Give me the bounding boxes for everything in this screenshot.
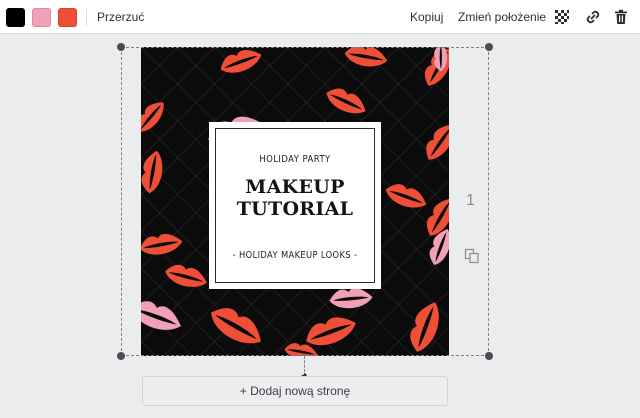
add-page-button[interactable]: + Dodaj nową stronę [142, 376, 448, 406]
resize-handle-bottom-left[interactable] [117, 352, 125, 360]
resize-handle-top-left[interactable] [117, 43, 125, 51]
card-subtitle: HOLIDAY PARTY [259, 154, 331, 165]
flip-button[interactable]: Przerzuć [97, 10, 144, 24]
duplicate-page-icon[interactable] [464, 248, 480, 264]
card-title-line2: TUTORIAL [236, 198, 354, 220]
card-title: MAKEUP TUTORIAL [209, 176, 381, 220]
color-swatch-black[interactable] [6, 8, 25, 27]
trash-icon[interactable] [612, 8, 630, 26]
link-icon[interactable] [584, 8, 602, 26]
resize-handle-top-right[interactable] [485, 43, 493, 51]
transparency-icon[interactable] [553, 8, 571, 26]
title-card[interactable]: HOLIDAY PARTY MAKEUP TUTORIAL - HOLIDAY … [209, 122, 381, 289]
card-title-line1: MAKEUP [245, 176, 345, 198]
editor-toolbar: Przerzuć Kopiuj Zmień położenie [0, 0, 640, 34]
toolbar-divider [86, 9, 87, 26]
color-swatch-red[interactable] [58, 8, 77, 27]
copy-button[interactable]: Kopiuj [410, 10, 443, 24]
card-footer: - HOLIDAY MAKEUP LOOKS - [232, 250, 358, 261]
color-swatch-pink[interactable] [32, 8, 51, 27]
page-number: 1 [466, 192, 475, 209]
position-button[interactable]: Zmień położenie [458, 10, 546, 24]
rotate-stem [304, 356, 305, 372]
resize-handle-bottom-right[interactable] [485, 352, 493, 360]
